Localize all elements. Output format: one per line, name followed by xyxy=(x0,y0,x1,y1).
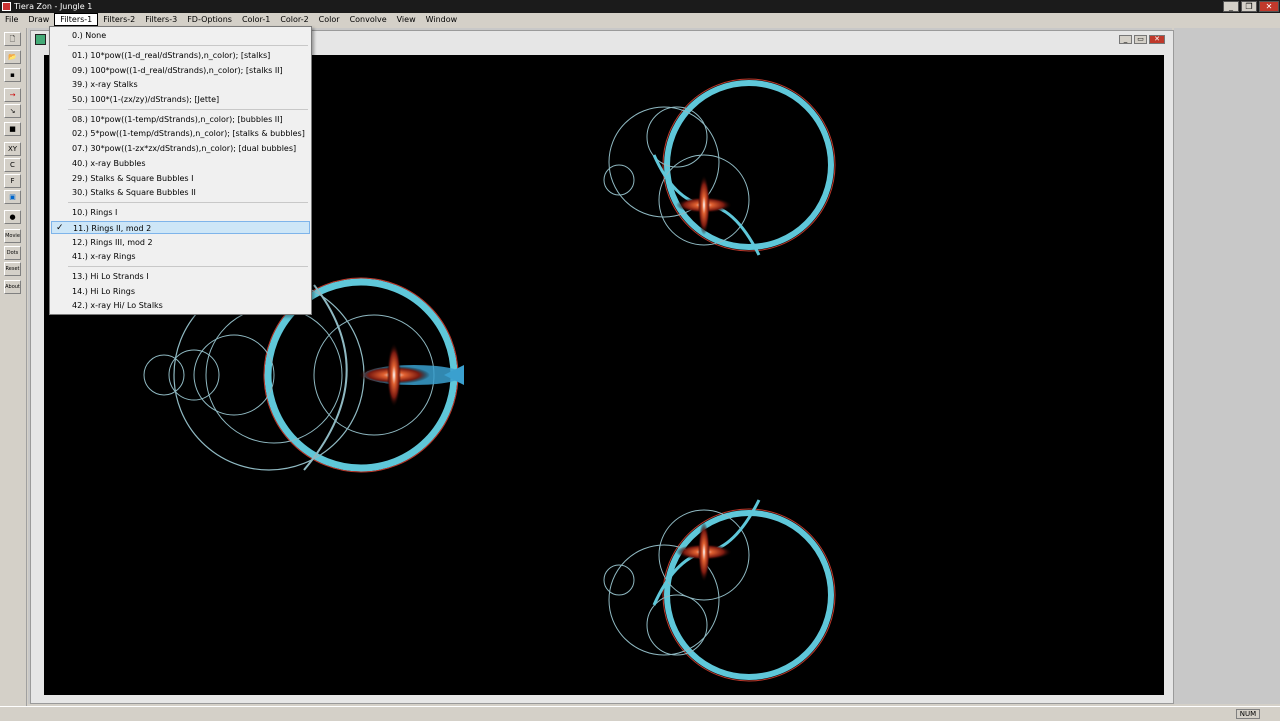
menu-item-dual-bubbles[interactable]: 07.) 30*pow((1-zx*zx/dStrands),n_color);… xyxy=(51,142,310,155)
menu-item-stalks-bubbles[interactable]: 02.) 5*pow((1-temp/dStrands),n_color); [… xyxy=(51,127,310,140)
window-controls: _ ❐ ✕ xyxy=(1222,0,1280,13)
child-window-controls: _ ▭ ✕ xyxy=(1119,35,1165,44)
menu-filters-2[interactable]: Filters-2 xyxy=(98,13,140,26)
dots-button[interactable]: Dots xyxy=(4,246,21,260)
menu-item-jette[interactable]: 50.) 100*(1-(zx/zy)/dStrands); [Jette] xyxy=(51,93,310,106)
xy-button[interactable]: XY xyxy=(4,142,21,156)
title-bar: Tiera Zon - Jungle 1 _ ❐ ✕ xyxy=(0,0,1280,13)
menu-item-bubbles-ii[interactable]: 08.) 10*pow((1-temp/dStrands),n_color); … xyxy=(51,113,310,126)
menu-view[interactable]: View xyxy=(392,13,421,26)
mdi-right-strip xyxy=(1174,28,1280,704)
restore-button[interactable]: ❐ xyxy=(1241,1,1257,12)
check-mark-icon: ✓ xyxy=(56,223,64,233)
f-button[interactable]: F xyxy=(4,174,21,188)
open-folder-icon[interactable]: 📂 xyxy=(4,50,21,64)
menu-fd-options[interactable]: FD-Options xyxy=(182,13,237,26)
menu-item-square-bubbles-i[interactable]: 29.) Stalks & Square Bubbles I xyxy=(51,172,310,185)
menu-color[interactable]: Color xyxy=(314,13,345,26)
menu-item-rings-ii[interactable]: ✓ 11.) Rings II, mod 2 xyxy=(51,221,310,234)
menu-item-hi-lo-strands[interactable]: 13.) Hi Lo Strands I xyxy=(51,270,310,283)
menu-color-2[interactable]: Color-2 xyxy=(275,13,313,26)
child-minimize-button[interactable]: _ xyxy=(1119,35,1132,44)
app-icon xyxy=(2,2,11,11)
fractal-top xyxy=(603,78,836,256)
save-disk-icon[interactable]: ▪ xyxy=(4,68,21,82)
pointer-tool-icon[interactable]: → xyxy=(4,88,21,102)
menu-separator xyxy=(68,45,308,46)
window-title: Tiera Zon - Jungle 1 xyxy=(14,2,93,11)
menu-separator xyxy=(68,202,308,203)
menu-item-none[interactable]: 0.) None xyxy=(51,29,310,42)
about-button[interactable]: About xyxy=(4,280,21,294)
menu-item-rings-iii[interactable]: 12.) Rings III, mod 2 xyxy=(51,236,310,249)
num-lock-indicator: NUM xyxy=(1236,709,1260,719)
menu-color-1[interactable]: Color-1 xyxy=(237,13,275,26)
menu-file[interactable]: File xyxy=(0,13,23,26)
menu-separator xyxy=(68,266,308,267)
reset-button[interactable]: Reset xyxy=(4,262,21,276)
menu-bar: File Draw Filters-1 Filters-2 Filters-3 … xyxy=(0,13,1280,26)
calendar-icon[interactable]: ▣ xyxy=(4,190,21,204)
menu-item-xray-stalks[interactable]: 39.) x-ray Stalks xyxy=(51,78,310,91)
menu-item-square-bubbles-ii[interactable]: 30.) Stalks & Square Bubbles II xyxy=(51,186,310,199)
child-window-icon[interactable] xyxy=(35,34,46,45)
movie-button[interactable]: Movie xyxy=(4,229,21,243)
menu-item-rings-i[interactable]: 10.) Rings I xyxy=(51,206,310,219)
new-file-icon[interactable]: 🗋 xyxy=(4,32,21,46)
menu-item-stalks-ii[interactable]: 09.) 100*pow((1-d_real/dStrands),n_color… xyxy=(51,64,310,77)
status-bar: NUM xyxy=(0,706,1280,721)
minimize-button[interactable]: _ xyxy=(1223,1,1239,12)
menu-item-xray-rings[interactable]: 41.) x-ray Rings xyxy=(51,250,310,263)
menu-filters-1[interactable]: Filters-1 xyxy=(54,13,99,26)
step-tool-icon[interactable]: ↘ xyxy=(4,104,21,118)
menu-convolve[interactable]: Convolve xyxy=(345,13,392,26)
menu-filters-3[interactable]: Filters-3 xyxy=(140,13,182,26)
menu-draw[interactable]: Draw xyxy=(23,13,54,26)
square-tool-icon[interactable]: ■ xyxy=(4,122,21,136)
menu-item-xray-bubbles[interactable]: 40.) x-ray Bubbles xyxy=(51,157,310,170)
record-icon[interactable]: ● xyxy=(4,210,21,224)
close-button[interactable]: ✕ xyxy=(1259,1,1279,12)
fractal-bottom xyxy=(603,499,836,682)
c-button[interactable]: C xyxy=(4,158,21,172)
menu-separator xyxy=(68,109,308,110)
filters-1-dropdown: 0.) None 01.) 10*pow((1-d_real/dStrands)… xyxy=(49,26,312,315)
menu-item-hi-lo-rings[interactable]: 14.) Hi Lo Rings xyxy=(51,285,310,298)
child-restore-button[interactable]: ▭ xyxy=(1134,35,1147,44)
menu-item-stalks[interactable]: 01.) 10*pow((1-d_real/dStrands),n_color)… xyxy=(51,49,310,62)
menu-window[interactable]: Window xyxy=(421,13,463,26)
child-close-button[interactable]: ✕ xyxy=(1149,35,1165,44)
left-toolbar: 🗋 📂 ▪ → ↘ ■ XY C F ▣ ● Movie Dots Reset … xyxy=(0,28,27,718)
menu-item-xray-hi-lo-stalks[interactable]: 42.) x-ray Hi/ Lo Stalks xyxy=(51,299,310,312)
